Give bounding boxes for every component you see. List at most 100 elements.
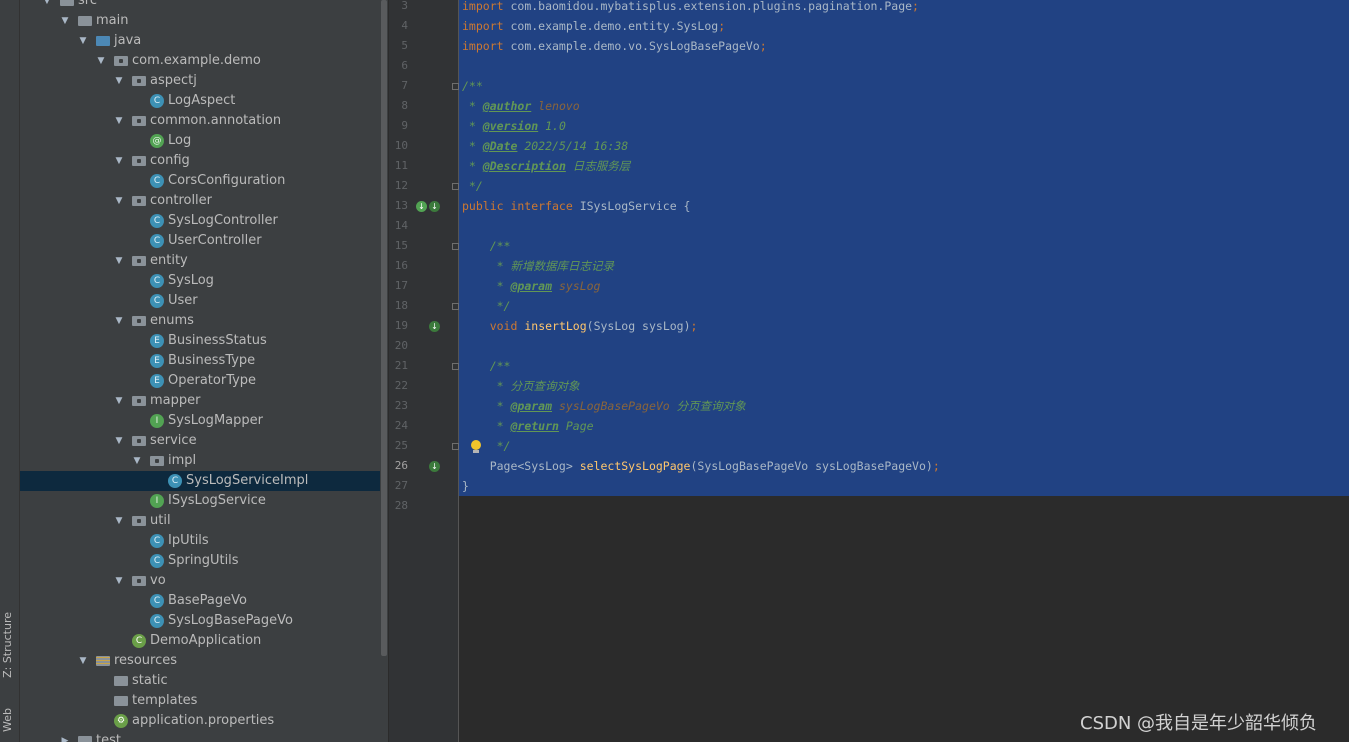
code-line[interactable]: /** <box>462 356 511 376</box>
code-line[interactable]: * @Description 日志服务层 <box>462 156 630 176</box>
implementation-marker-icon[interactable]: ↓ <box>429 321 440 332</box>
tree-item-syslogserviceimpl[interactable]: C SysLogServiceImpl <box>20 471 380 491</box>
tree-item-aspectj[interactable]: ▼ aspectj <box>20 71 380 91</box>
tree-item-syslogbasepagevo[interactable]: C SysLogBasePageVo <box>20 611 380 631</box>
tree-item-controller[interactable]: ▼ controller <box>20 191 380 211</box>
tree-item-templates[interactable]: templates <box>20 691 380 711</box>
code-line[interactable]: */ <box>462 296 511 316</box>
collapse-arrow-icon[interactable]: ▶ <box>60 731 70 742</box>
expand-arrow-icon[interactable]: ▼ <box>114 251 124 271</box>
web-tab[interactable]: Web <box>1 708 14 732</box>
tree-item-syslogcontroller[interactable]: C SysLogController <box>20 211 380 231</box>
tree-item-util[interactable]: ▼ util <box>20 511 380 531</box>
expand-arrow-icon[interactable]: ▼ <box>78 651 88 671</box>
tree-item-vo[interactable]: ▼ vo <box>20 571 380 591</box>
expand-arrow-icon[interactable]: ▼ <box>114 511 124 531</box>
code-line[interactable]: import com.example.demo.vo.SysLogBasePag… <box>462 36 767 56</box>
tree-item-application-properties[interactable]: ⚙ application.properties <box>20 711 380 731</box>
tree-item-com-example-demo[interactable]: ▼ com.example.demo <box>20 51 380 71</box>
tree-item-syslogmapper[interactable]: I SysLogMapper <box>20 411 380 431</box>
tree-item-mapper[interactable]: ▼ mapper <box>20 391 380 411</box>
implementation-marker-icon[interactable]: ↓ <box>429 461 440 472</box>
code-line[interactable]: * @author lenovo <box>462 96 580 116</box>
code-line[interactable]: * @version 1.0 <box>462 116 566 136</box>
tree-item-user[interactable]: C User <box>20 291 380 311</box>
tree-item-label: vo <box>150 573 166 588</box>
tree-item-config[interactable]: ▼ config <box>20 151 380 171</box>
expand-arrow-icon[interactable]: ▼ <box>114 111 124 131</box>
package-icon <box>132 156 146 166</box>
tree-item-log[interactable]: @ Log <box>20 131 380 151</box>
fold-marker-icon[interactable] <box>452 303 459 310</box>
expand-arrow-icon[interactable]: ▼ <box>42 0 52 11</box>
tree-item-operatortype[interactable]: E OperatorType <box>20 371 380 391</box>
code-line[interactable]: Page<SysLog> selectSysLogPage(SysLogBase… <box>462 456 940 476</box>
fold-marker-icon[interactable] <box>452 243 459 250</box>
tree-item-demoapplication[interactable]: C DemoApplication <box>20 631 380 651</box>
code-token: } <box>462 479 469 493</box>
expand-arrow-icon[interactable]: ▼ <box>96 51 106 71</box>
code-token: public interface <box>462 199 573 213</box>
class-icon: C <box>150 274 164 288</box>
tree-item-corsconfiguration[interactable]: C CorsConfiguration <box>20 171 380 191</box>
tree-item-basepagevo[interactable]: C BasePageVo <box>20 591 380 611</box>
expand-arrow-icon[interactable]: ▼ <box>114 391 124 411</box>
tree-item-main[interactable]: ▼ main <box>20 11 380 31</box>
code-line[interactable]: /** <box>462 76 483 96</box>
intention-bulb-icon[interactable] <box>470 440 482 454</box>
code-line[interactable]: * @Date 2022/5/14 16:38 <box>462 136 628 156</box>
expand-arrow-icon[interactable]: ▼ <box>132 451 142 471</box>
code-line[interactable]: * @param sysLog <box>462 276 601 296</box>
tree-item-iputils[interactable]: C IpUtils <box>20 531 380 551</box>
code-line[interactable]: * 新增数据库日志记录 <box>462 256 614 276</box>
tree-item-usercontroller[interactable]: C UserController <box>20 231 380 251</box>
code-line[interactable]: } <box>462 476 469 496</box>
expand-arrow-icon[interactable]: ▼ <box>114 431 124 451</box>
code-line[interactable]: /** <box>462 236 511 256</box>
expand-arrow-icon[interactable]: ▼ <box>78 31 88 51</box>
expand-arrow-icon[interactable]: ▼ <box>114 571 124 591</box>
fold-marker-icon[interactable] <box>452 183 459 190</box>
tree-item-java[interactable]: ▼ java <box>20 31 380 51</box>
implementation-marker-icon[interactable]: ↓ <box>416 201 427 212</box>
expand-arrow-icon[interactable]: ▼ <box>60 11 70 31</box>
implementation-marker-icon[interactable]: ↓ <box>429 201 440 212</box>
structure-tab[interactable]: Z: Structure <box>1 612 14 678</box>
code-editor[interactable]: import com.baomidou.mybatisplus.extensio… <box>459 0 1349 742</box>
fold-marker-icon[interactable] <box>452 363 459 370</box>
expand-arrow-icon[interactable]: ▼ <box>114 311 124 331</box>
code-line[interactable]: * 分页查询对象 <box>462 376 580 396</box>
expand-arrow-icon[interactable]: ▼ <box>114 151 124 171</box>
tree-item-src[interactable]: ▼ src <box>20 0 380 11</box>
code-line[interactable]: void insertLog(SysLog sysLog); <box>462 316 698 336</box>
tree-item-common-annotation[interactable]: ▼ common.annotation <box>20 111 380 131</box>
tree-item-enums[interactable]: ▼ enums <box>20 311 380 331</box>
scrollbar-thumb[interactable] <box>381 0 387 656</box>
code-line[interactable]: import com.example.demo.entity.SysLog; <box>462 16 725 36</box>
project-tree-scrollbar[interactable] <box>380 0 388 742</box>
tree-item-static[interactable]: static <box>20 671 380 691</box>
tree-item-resources[interactable]: ▼ resources <box>20 651 380 671</box>
tree-item-label: com.example.demo <box>132 53 261 68</box>
code-line[interactable]: * @return Page <box>462 416 594 436</box>
code-line[interactable]: * @param sysLogBasePageVo 分页查询对象 <box>462 396 746 416</box>
expand-arrow-icon[interactable]: ▼ <box>114 191 124 211</box>
tree-item-businessstatus[interactable]: E BusinessStatus <box>20 331 380 351</box>
tree-item-test[interactable]: ▶ test <box>20 731 380 742</box>
code-token: 2022/5/14 16:38 <box>517 139 629 153</box>
tree-item-syslog[interactable]: C SysLog <box>20 271 380 291</box>
fold-marker-icon[interactable] <box>452 443 459 450</box>
tree-item-springutils[interactable]: C SpringUtils <box>20 551 380 571</box>
tree-item-isyslogservice[interactable]: I ISysLogService <box>20 491 380 511</box>
code-line[interactable]: */ <box>462 176 483 196</box>
fold-marker-icon[interactable] <box>452 83 459 90</box>
line-number: 11 <box>394 159 408 172</box>
tree-item-impl[interactable]: ▼ impl <box>20 451 380 471</box>
tree-item-logaspect[interactable]: C LogAspect <box>20 91 380 111</box>
code-line[interactable]: import com.baomidou.mybatisplus.extensio… <box>462 0 919 16</box>
code-line[interactable]: public interface ISysLogService { <box>462 196 690 216</box>
tree-item-service[interactable]: ▼ service <box>20 431 380 451</box>
tree-item-businesstype[interactable]: E BusinessType <box>20 351 380 371</box>
tree-item-entity[interactable]: ▼ entity <box>20 251 380 271</box>
expand-arrow-icon[interactable]: ▼ <box>114 71 124 91</box>
